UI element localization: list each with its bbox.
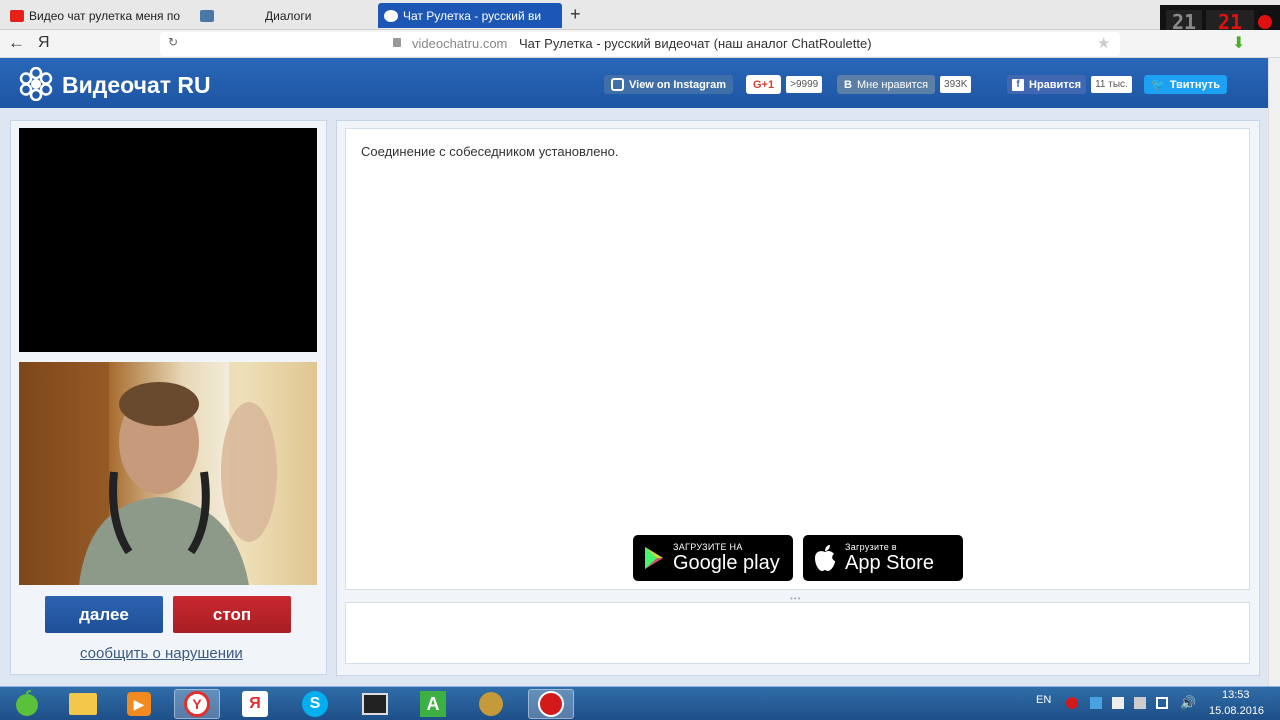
- green-a-icon: A: [420, 691, 446, 717]
- fb-like-count: 11 тыс.: [1091, 76, 1132, 93]
- google-play-label: Google play: [673, 552, 780, 574]
- chat-status-message: Соединение с собеседником установлено.: [361, 144, 619, 159]
- tray-flag-icon[interactable]: [1112, 697, 1124, 709]
- apple-icon: [815, 545, 835, 571]
- game-icon: [479, 692, 503, 716]
- download-icon[interactable]: ⬇: [1232, 33, 1245, 53]
- media-player-icon: ▶: [127, 692, 151, 716]
- chat-log: [345, 128, 1250, 590]
- fb-like-button[interactable]: f Нравится: [1007, 75, 1087, 94]
- google-play-badge[interactable]: ЗАГРУЗИТЕ НА Google play: [633, 535, 793, 581]
- apple-start-icon: [16, 690, 38, 716]
- film-icon: [362, 693, 388, 715]
- taskbar-skype[interactable]: S: [292, 689, 338, 719]
- vk-icon: [200, 9, 214, 22]
- folder-icon: [69, 693, 97, 715]
- tab-dialogs[interactable]: Диалоги: [194, 3, 374, 28]
- site-logo-text[interactable]: Видеочат RU: [62, 72, 211, 99]
- tray-device-icon[interactable]: [1134, 697, 1146, 709]
- lock-icon: [393, 38, 401, 47]
- google-play-small: ЗАГРУЗИТЕ НА: [673, 542, 743, 552]
- stop-button[interactable]: стоп: [173, 596, 291, 633]
- vk-icon: B: [844, 78, 852, 91]
- tweet-label: Твитнуть: [1169, 78, 1220, 91]
- yandex-browser-icon: Y: [184, 691, 210, 717]
- next-button[interactable]: далее: [45, 596, 163, 633]
- new-tab-button[interactable]: +: [570, 4, 581, 25]
- volume-icon[interactable]: 🔊: [1180, 695, 1196, 711]
- site-logo-icon: [384, 9, 398, 22]
- vk-widget[interactable]: B Мне нравится 393K: [837, 75, 972, 94]
- yandex-button[interactable]: Я: [38, 34, 50, 52]
- tab-label: Диалоги: [265, 8, 312, 23]
- taskbar-yandex[interactable]: Я: [232, 689, 278, 719]
- skype-icon: S: [302, 691, 328, 717]
- taskbar-app-game[interactable]: [468, 689, 514, 719]
- app-store-label: App Store: [845, 552, 934, 574]
- instagram-widget[interactable]: View on Instagram: [604, 75, 733, 94]
- url-text[interactable]: videochatru.com: [412, 36, 507, 51]
- taskbar-video-editor[interactable]: [352, 689, 398, 719]
- local-webcam-video: [19, 362, 317, 585]
- record-button-icon: [538, 691, 564, 717]
- tray-network-icon[interactable]: [1156, 697, 1168, 709]
- vk-like-button[interactable]: B Мне нравится: [837, 75, 936, 94]
- address-bar: ← Я ↻ videochatru.com Чат Рулетка - русс…: [0, 30, 1280, 58]
- language-indicator[interactable]: EN: [1036, 694, 1051, 706]
- yandex-icon: Я: [242, 691, 268, 717]
- tab-label: Видео чат рулетка меня по: [29, 8, 181, 23]
- page-title: Чат Рулетка - русский видеочат (наш анал…: [519, 36, 872, 51]
- clock-time[interactable]: 13:53: [1222, 689, 1250, 701]
- instagram-button[interactable]: View on Instagram: [604, 75, 733, 94]
- facebook-icon: f: [1012, 78, 1024, 91]
- taskbar-yandex-browser[interactable]: Y: [174, 689, 220, 719]
- vk-like-count: 393K: [940, 76, 972, 93]
- clock-date[interactable]: 15.08.2016: [1209, 705, 1264, 717]
- reload-icon[interactable]: ↻: [168, 35, 178, 49]
- back-icon[interactable]: ←: [8, 33, 25, 53]
- tray-app-icon[interactable]: [1066, 697, 1078, 709]
- record-icon[interactable]: [1258, 14, 1272, 29]
- taskbar-recorder[interactable]: [528, 689, 574, 719]
- start-button[interactable]: [4, 689, 50, 719]
- youtube-icon: [10, 9, 24, 22]
- browser-tab-bar: Видео чат рулетка меня по Диалоги Чат Ру…: [0, 0, 1280, 30]
- star-icon[interactable]: ★: [1097, 34, 1110, 52]
- remote-video: [19, 128, 317, 352]
- tab-youtube[interactable]: Видео чат рулетка меня по: [4, 3, 188, 28]
- app-store-badge[interactable]: Загрузите в App Store: [803, 535, 963, 581]
- tweet-button[interactable]: 🐦 Твитнуть: [1144, 75, 1227, 94]
- instagram-label: View on Instagram: [629, 78, 726, 91]
- webcam-image: [19, 362, 317, 585]
- app-store-small: Загрузите в: [845, 542, 897, 552]
- page-scrollbar[interactable]: [1268, 58, 1280, 686]
- fb-like-label: Нравится: [1029, 78, 1082, 91]
- taskbar-media[interactable]: ▶: [116, 689, 162, 719]
- report-link[interactable]: сообщить о нарушении: [80, 645, 243, 662]
- tab-label: Чат Рулетка - русский ви: [403, 8, 542, 23]
- tray-app-icon-2[interactable]: [1090, 697, 1102, 709]
- taskbar-explorer[interactable]: [60, 689, 106, 719]
- instagram-icon: [611, 78, 624, 91]
- twitter-icon: 🐦: [1151, 79, 1165, 91]
- taskbar-app-a[interactable]: A: [410, 689, 456, 719]
- chat-input[interactable]: [345, 602, 1250, 664]
- gplus-button[interactable]: G+1: [746, 75, 782, 94]
- facebook-widget[interactable]: f Нравится 11 тыс.: [1007, 75, 1132, 94]
- gplus-widget[interactable]: G+1 >9999: [746, 75, 823, 94]
- twitter-widget[interactable]: 🐦 Твитнуть: [1144, 75, 1227, 94]
- site-logo-icon[interactable]: [19, 67, 53, 101]
- gplus-count: >9999: [786, 76, 823, 93]
- vk-like-label: Мне нравится: [856, 78, 929, 91]
- google-play-icon: [645, 547, 663, 569]
- tab-videochat[interactable]: Чат Рулетка - русский ви: [378, 3, 562, 28]
